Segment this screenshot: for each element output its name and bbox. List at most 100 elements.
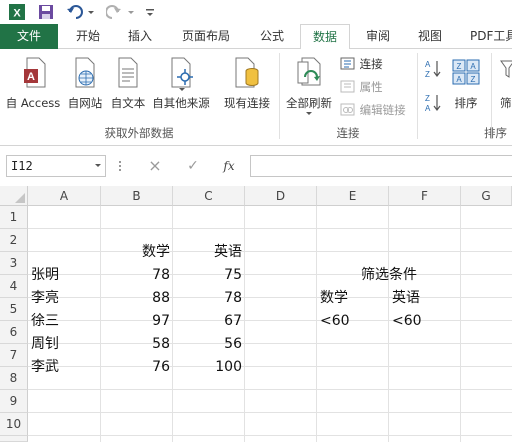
row-header-8[interactable]: 8 <box>0 367 28 390</box>
svg-text:Z: Z <box>425 94 430 103</box>
group-label-connections: 连接 <box>336 126 360 140</box>
tab-pdf-tools[interactable]: PDF工具 <box>462 24 512 49</box>
from-text-button[interactable]: 自文本 <box>106 53 150 117</box>
from-other-sources-button[interactable]: 自其他来源 <box>150 53 212 117</box>
cell-a4[interactable]: 张明 <box>31 264 101 287</box>
cell-a6[interactable]: 徐三 <box>31 310 101 333</box>
from-web-button[interactable]: 自网站 <box>64 53 106 117</box>
ribbon-data: A 自 Access 自网站 自文本 自其他来源 现有连接 获取外部数据 全部刷… <box>0 49 512 146</box>
text-file-icon <box>118 57 138 88</box>
gridline <box>460 206 461 442</box>
connections-button[interactable]: 连接 <box>340 55 383 73</box>
customize-qat-icon[interactable] <box>144 3 156 21</box>
row-header-2[interactable]: 2 <box>0 229 28 252</box>
sort-button[interactable]: Z A A Z 排序 <box>448 53 484 117</box>
refresh-all-button[interactable]: 全部刷新 <box>284 53 334 121</box>
refresh-icon <box>297 57 321 86</box>
row-header-5[interactable]: 5 <box>0 298 28 321</box>
from-access-button[interactable]: A 自 Access <box>4 53 62 117</box>
column-header-c[interactable]: C <box>173 186 245 206</box>
other-sources-icon <box>171 57 193 91</box>
cell-c7[interactable]: 56 <box>173 333 245 356</box>
access-database-icon: A <box>24 57 46 88</box>
column-header-d[interactable]: D <box>245 186 317 206</box>
svg-text:A: A <box>470 62 476 71</box>
from-text-label: 自文本 <box>110 96 146 110</box>
cell-f6[interactable]: <60 <box>392 310 460 333</box>
edit-links-button[interactable]: 编辑链接 <box>340 101 406 119</box>
tab-insert[interactable]: 插入 <box>118 24 162 49</box>
filter-button[interactable]: 筛 <box>496 53 512 117</box>
group-label-sort: 排序 <box>484 126 507 140</box>
chevron-down-icon[interactable] <box>94 163 102 169</box>
cell-e4[interactable]: 筛选条件 <box>317 264 461 287</box>
column-header-b[interactable]: B <box>101 186 173 206</box>
cell-c6[interactable]: 67 <box>173 310 245 333</box>
select-all-triangle-icon <box>15 193 25 203</box>
row-header-11[interactable]: 11 <box>0 436 28 442</box>
cell-c4[interactable]: 75 <box>173 264 245 287</box>
column-header-a[interactable]: A <box>28 186 101 206</box>
existing-connections-button[interactable]: 现有连接 <box>218 53 276 117</box>
cell-c3[interactable]: 英语 <box>173 241 245 264</box>
properties-button[interactable]: 属性 <box>340 78 383 96</box>
column-header-e[interactable]: E <box>317 186 389 206</box>
row-header-10[interactable]: 10 <box>0 413 28 436</box>
worksheet-grid[interactable]: A B C D E F G 1 2 3 4 5 6 7 8 9 10 11 数学… <box>0 186 512 442</box>
cell-b4[interactable]: 78 <box>101 264 173 287</box>
sort-ascending-button[interactable]: A Z <box>424 59 442 82</box>
from-access-label: 自 Access <box>5 96 61 110</box>
cell-b6[interactable]: 97 <box>101 310 173 333</box>
filter-label: 筛 <box>500 96 512 110</box>
sort-descending-button[interactable]: Z A <box>424 93 442 116</box>
name-box[interactable]: I12 <box>6 155 106 177</box>
tab-data[interactable]: 数据 <box>300 24 350 50</box>
cell-b5[interactable]: 88 <box>101 287 173 310</box>
cell-a7[interactable]: 周钊 <box>31 333 101 356</box>
quick-access-toolbar: X <box>0 0 512 24</box>
cell-b3[interactable]: 数学 <box>101 241 173 264</box>
tab-page-layout[interactable]: 页面布局 <box>170 24 242 49</box>
existing-connections-icon <box>235 57 259 88</box>
row-header-4[interactable]: 4 <box>0 275 28 298</box>
undo-icon[interactable] <box>66 3 96 21</box>
cell-e6[interactable]: <60 <box>320 310 388 333</box>
redo-icon[interactable] <box>106 3 136 21</box>
connections-icon <box>340 57 355 70</box>
cell-c5[interactable]: 78 <box>173 287 245 310</box>
insert-function-icon[interactable]: fx <box>218 155 240 177</box>
formula-bar-divider-icon[interactable] <box>119 159 122 173</box>
cell-b7[interactable]: 58 <box>101 333 173 356</box>
row-header-6[interactable]: 6 <box>0 321 28 344</box>
chevron-down-icon <box>306 112 312 115</box>
from-web-label: 自网站 <box>67 96 103 110</box>
formula-input[interactable] <box>250 155 512 177</box>
row-header-7[interactable]: 7 <box>0 344 28 367</box>
row-header-1[interactable]: 1 <box>0 206 28 229</box>
ribbon-tabs: 文件 开始 插入 页面布局 公式 数据 审阅 视图 PDF工具 <box>0 24 512 50</box>
tab-view[interactable]: 视图 <box>408 24 452 49</box>
select-all-corner[interactable] <box>0 186 28 206</box>
tab-review[interactable]: 审阅 <box>356 24 400 49</box>
column-header-g[interactable]: G <box>461 186 512 206</box>
cancel-icon[interactable]: × <box>145 155 165 177</box>
enter-icon[interactable]: ✓ <box>183 155 203 177</box>
save-icon[interactable] <box>37 3 55 21</box>
row-header-9[interactable]: 9 <box>0 390 28 413</box>
properties-icon <box>340 80 355 93</box>
tab-formulas[interactable]: 公式 <box>250 24 294 49</box>
tab-file[interactable]: 文件 <box>0 24 58 49</box>
cell-e5[interactable]: 数学 <box>320 287 388 310</box>
column-header-f[interactable]: F <box>389 186 461 206</box>
cell-f5[interactable]: 英语 <box>392 287 460 310</box>
cell-c8[interactable]: 100 <box>173 356 245 379</box>
cell-b8[interactable]: 76 <box>101 356 173 379</box>
connections-label: 连接 <box>359 57 383 71</box>
cell-a5[interactable]: 李亮 <box>31 287 101 310</box>
cell-a8[interactable]: 李武 <box>31 356 101 379</box>
group-separator <box>417 53 418 139</box>
tab-home[interactable]: 开始 <box>66 24 110 49</box>
sort-label: 排序 <box>454 96 478 110</box>
row-header-3[interactable]: 3 <box>0 252 28 275</box>
svg-text:A: A <box>425 60 431 69</box>
